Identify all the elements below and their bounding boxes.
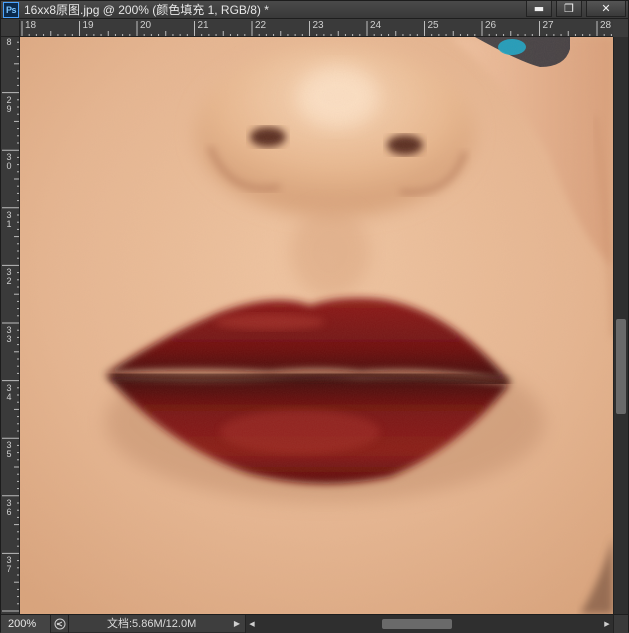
ruler-label-left: 29	[6, 94, 12, 114]
ruler-label-top: 20	[140, 20, 152, 31]
minimize-button[interactable]: ▬	[526, 1, 552, 17]
ruler-label-left: 35	[6, 440, 12, 460]
document-size-info: 文档:5.86M/12.0M	[107, 617, 197, 630]
share-icon[interactable]	[51, 614, 69, 633]
ruler-label-top: 18	[25, 20, 37, 31]
ruler-label-left: 31	[6, 209, 12, 229]
ruler-label-top: 27	[542, 20, 554, 31]
vertical-scrollbar[interactable]	[613, 37, 628, 614]
document-title: 16xx8原图.jpg @ 200% (颜色填充 1, RGB/8) *	[24, 2, 269, 17]
horizontal-scrollbar[interactable]: ◀ ▶	[245, 614, 613, 633]
ruler-label-top: 28	[600, 20, 612, 31]
ruler-label-left: 30	[6, 152, 12, 172]
photoshop-app-icon: Ps	[3, 1, 19, 18]
ruler-label-top: 19	[82, 20, 94, 31]
document-window: Ps 16xx8原图.jpg @ 200% (颜色填充 1, RGB/8) * …	[0, 0, 629, 633]
status-bar: 200% 文档:5.86M/12.0M ▶ ◀ ▶	[1, 614, 628, 633]
vertical-scroll-thumb[interactable]	[616, 319, 626, 414]
horizontal-ruler[interactable]: 18 19 20 21 22 23 24 25 26 27 28	[20, 20, 613, 37]
zoom-level-field[interactable]: 200%	[1, 614, 51, 633]
ruler-label-left: 37	[6, 555, 12, 575]
resize-grip[interactable]	[613, 614, 628, 633]
horizontal-scroll-thumb[interactable]	[382, 618, 452, 629]
ruler-label-left: 36	[6, 497, 12, 517]
ruler-label-top: 26	[485, 20, 497, 31]
face-photo	[20, 37, 613, 614]
ruler-label-top: 21	[197, 20, 209, 31]
scroll-right-arrow-icon[interactable]: ▶	[601, 615, 613, 633]
title-bar[interactable]: Ps 16xx8原图.jpg @ 200% (颜色填充 1, RGB/8) * …	[1, 1, 628, 19]
close-button[interactable]: ✕	[586, 1, 626, 17]
ruler-label-top: 25	[427, 20, 439, 31]
ruler-origin[interactable]	[1, 20, 20, 37]
vertical-ruler[interactable]: 829303132333435363738	[1, 37, 20, 614]
ruler-label-top: 24	[370, 20, 382, 31]
window-controls: ▬ ❐ ✕	[522, 1, 626, 19]
status-menu-arrow-icon[interactable]: ▶	[229, 615, 245, 633]
ruler-label-top: 22	[255, 20, 267, 31]
ruler-label-left: 33	[6, 325, 12, 344]
ruler-label-left: 34	[6, 382, 12, 402]
ruler-label-left: 32	[6, 267, 12, 287]
ruler-label-left: 8	[6, 37, 12, 47]
ruler-label-top: 23	[312, 20, 324, 31]
skin-texture	[20, 37, 613, 614]
restore-button[interactable]: ❐	[556, 1, 582, 17]
scroll-left-arrow-icon[interactable]: ◀	[246, 615, 258, 633]
image-canvas[interactable]	[20, 37, 613, 614]
